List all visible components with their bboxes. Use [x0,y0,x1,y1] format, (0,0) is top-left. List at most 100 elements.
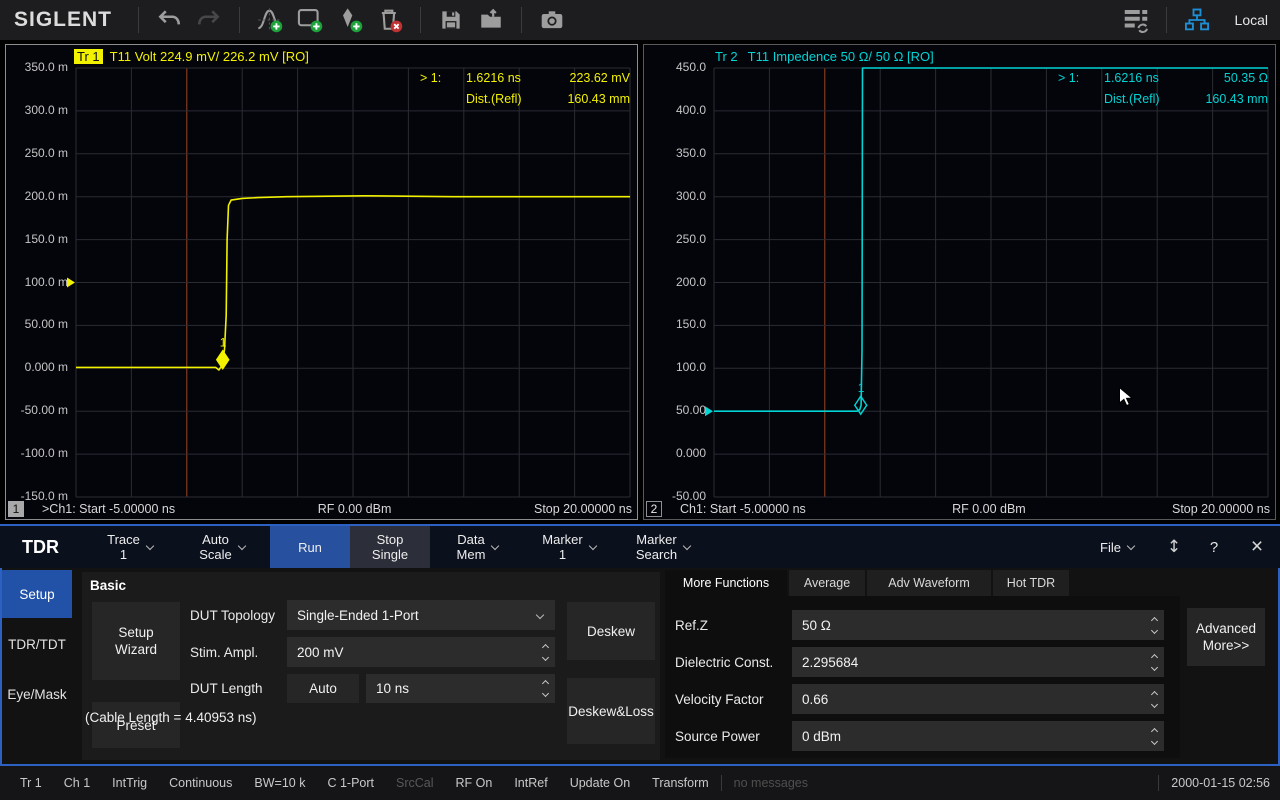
tab-more-functions[interactable]: More Functions [665,570,787,596]
chart-window-1[interactable]: 1 350.0 m300.0 m250.0 m200.0 m150.0 m100… [5,44,638,520]
status-trigger: IntTrig [112,776,147,790]
menu-marker[interactable]: Marker1 [525,526,613,568]
velocity-factor-field[interactable]: 0.66 [792,684,1164,714]
top-toolbar: SIGLENT [0,0,1280,40]
menu-right-group: File ↕ ? × [1080,526,1280,568]
advanced-more-button[interactable]: AdvancedMore>> [1187,608,1265,666]
spinner-arrows[interactable] [1152,647,1157,677]
marker-time: 1.6216 ns [466,71,558,85]
menu-stop-single-button[interactable]: StopSingle [350,526,430,568]
dut-length-field[interactable]: 10 ns [366,674,555,703]
dut-length-auto-button[interactable]: Auto [287,674,359,703]
rf-power-label: RF 0.00 dBm [806,502,1172,516]
trace-badge[interactable]: Tr 2 [712,49,741,64]
y-tick-label: 150.0 [644,317,706,331]
tab-eye-mask[interactable]: Eye/Mask [2,670,72,718]
add-trace-icon[interactable] [250,3,290,37]
status-sweep: Continuous [169,776,232,790]
dielectric-const-label: Dielectric Const. [675,655,773,670]
marker-dist-label: Dist.(Refl) [466,92,558,106]
siglent-logo: SIGLENT [14,8,112,32]
trace-title[interactable]: T11 Volt 224.9 mV/ 226.2 mV [RO] [110,49,309,64]
toolbar-divider [239,7,240,33]
tab-adv-waveform[interactable]: Adv Waveform [867,570,991,596]
tab-hot-tdr[interactable]: Hot TDR [993,570,1069,596]
menu-run-button[interactable]: Run [270,526,350,568]
redo-icon[interactable] [189,3,229,37]
preset-button[interactable]: Preset [92,702,180,748]
y-axis-ticks: 350.0 m300.0 m250.0 m200.0 m150.0 m100.0… [6,45,70,521]
y-tick-label: 300.0 m [6,103,68,117]
add-marker-icon[interactable] [330,3,370,37]
y-axis-ticks: 450.0400.0350.0300.0250.0200.0150.0100.0… [644,45,708,521]
status-transform: Transform [652,776,709,790]
setup-wizard-button[interactable]: SetupWizard [92,602,180,680]
marker-value: 50.35 Ω [1196,71,1268,85]
ref-z-field[interactable]: 50 Ω [792,610,1164,640]
add-window-icon[interactable] [290,3,330,37]
status-rf: RF On [456,776,493,790]
deskew-loss-button[interactable]: Deskew&Loss [567,678,655,744]
resize-panel-icon[interactable]: ↕ [1154,526,1194,568]
spinner-arrows[interactable] [543,637,548,667]
menu-data-mem[interactable]: DataMem [430,526,525,568]
delete-trace-icon[interactable] [370,3,410,37]
spinner-arrows[interactable] [543,674,548,703]
marker-value: 223.62 mV [558,71,630,85]
marker-dist-value: 160.43 mm [1196,92,1268,106]
system-status-icon[interactable] [1116,3,1156,37]
open-file-icon[interactable] [471,3,511,37]
status-channel: Ch 1 [64,776,90,790]
menu-trace[interactable]: Trace1 [86,526,174,568]
tab-setup[interactable]: Setup [2,570,72,618]
volt-plot: 1 [6,45,639,521]
y-tick-label: 300.0 [644,189,706,203]
status-bar: Tr 1 Ch 1 IntTrig Continuous BW=10 k C 1… [0,766,1280,800]
menu-marker-search[interactable]: MarkerSearch [613,526,713,568]
window-number-badge[interactable]: 2 [646,501,662,517]
toolbar-divider [138,7,139,33]
y-tick-label: 0.000 [644,446,706,460]
dielectric-const-field[interactable]: 2.295684 [792,647,1164,677]
y-tick-label: 100.0 [644,360,706,374]
menu-file[interactable]: File [1080,540,1154,555]
y-tick-label: 350.0 [644,146,706,160]
toolbar-divider [521,7,522,33]
chevron-down-icon [683,541,691,549]
help-button[interactable]: ? [1194,526,1234,568]
spinner-arrows[interactable] [1152,610,1157,640]
y-tick-label: 250.0 [644,232,706,246]
marker-time: 1.6216 ns [1104,71,1196,85]
tab-average[interactable]: Average [789,570,865,596]
local-mode-label[interactable]: Local [1235,12,1268,28]
chart-window-2[interactable]: 1 450.0400.0350.0300.0250.0200.0150.0100… [643,44,1276,520]
source-power-field[interactable]: 0 dBm [792,721,1164,751]
marker-prefix: > 1: [1058,71,1104,85]
save-file-icon[interactable] [431,3,471,37]
status-message: no messages [734,776,808,790]
tab-tdr-tdt[interactable]: TDR/TDT [2,620,72,668]
y-tick-label: 350.0 m [6,60,68,74]
screenshot-icon[interactable] [532,3,572,37]
deskew-button[interactable]: Deskew [567,602,655,660]
velocity-factor-label: Velocity Factor [675,692,764,707]
chevron-down-icon [588,541,596,549]
status-bandwidth: BW=10 k [254,776,305,790]
stim-ampl-field[interactable]: 200 mV [287,637,555,667]
spinner-arrows[interactable] [1152,684,1157,714]
close-button[interactable]: × [1234,526,1280,568]
spinner-arrows[interactable] [1152,721,1157,751]
chevron-down-icon [536,611,544,619]
y-tick-label: 250.0 m [6,146,68,160]
trace-header: Tr 2 T11 Impedence 50 Ω/ 50 Ω [RO] [712,48,934,65]
undo-icon[interactable] [149,3,189,37]
trace-title[interactable]: T11 Impedence 50 Ω/ 50 Ω [RO] [748,49,934,64]
window-number-badge[interactable]: 1 [8,501,24,517]
menu-auto-scale[interactable]: AutoScale [174,526,270,568]
trace-badge[interactable]: Tr 1 [74,49,103,64]
network-icon[interactable] [1177,3,1217,37]
channel-stop-label: Stop 20.00000 ns [534,502,632,516]
dut-topology-dropdown[interactable]: Single-Ended 1-Port [287,600,555,630]
status-datetime: 2000-01-15 02:56 [1171,776,1270,790]
toolbar-divider [420,7,421,33]
